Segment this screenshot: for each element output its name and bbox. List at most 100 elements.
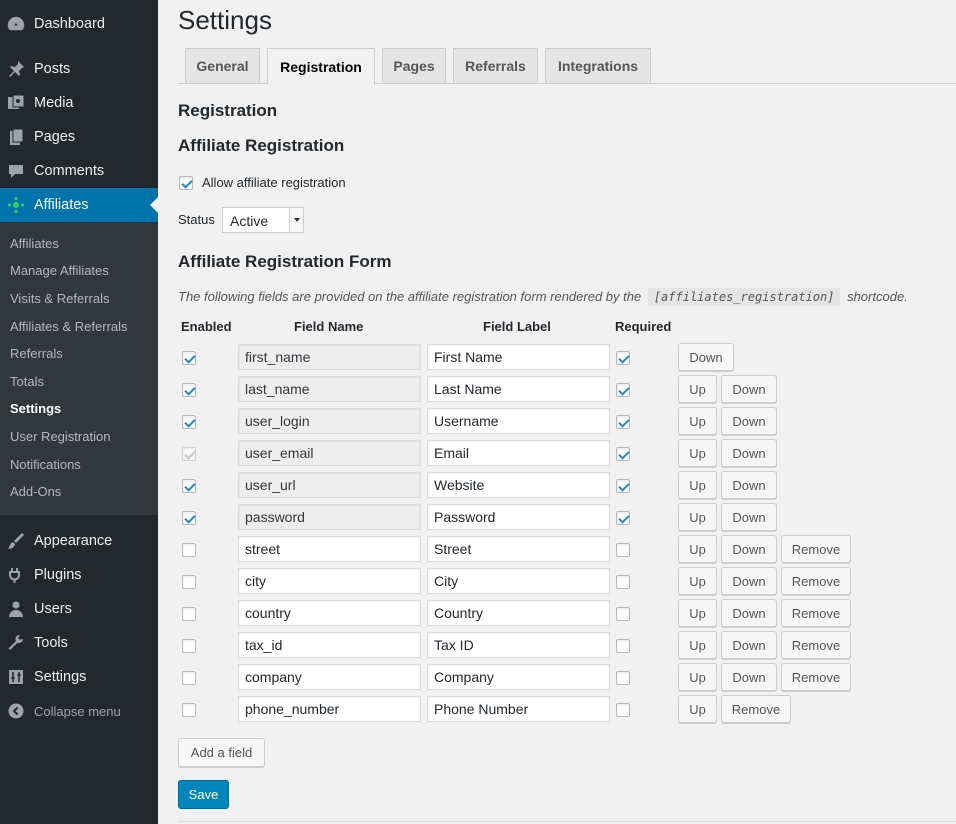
enabled-checkbox-user-login[interactable] <box>182 415 196 429</box>
required-checkbox-city[interactable] <box>616 575 630 589</box>
field-name-input-country[interactable]: country <box>238 600 421 626</box>
submenu-affiliates[interactable]: Affiliates <box>10 236 59 251</box>
field-name-input-user-url[interactable]: user_url <box>238 472 421 498</box>
submenu-settings[interactable]: Settings <box>10 401 61 416</box>
tab-registration[interactable]: Registration <box>267 48 375 85</box>
enabled-checkbox-country[interactable] <box>182 607 196 621</box>
tab-integrations[interactable]: Integrations <box>545 48 651 84</box>
enabled-checkbox-user-url[interactable] <box>182 479 196 493</box>
remove-button-tax-id[interactable]: Remove <box>781 631 851 659</box>
tab-pages[interactable]: Pages <box>382 48 446 84</box>
required-checkbox-street[interactable] <box>616 543 630 557</box>
up-button-company[interactable]: Up <box>678 663 717 691</box>
down-button-tax-id[interactable]: Down <box>721 631 777 659</box>
field-label-input-first-name[interactable]: First Name <box>427 344 610 370</box>
up-button-country[interactable]: Up <box>678 599 717 627</box>
up-button-user-email[interactable]: Up <box>678 439 717 467</box>
field-label-input-street[interactable]: Street <box>427 536 610 562</box>
down-button-user-login[interactable]: Down <box>721 407 777 435</box>
menu-pages[interactable]: Pages <box>0 120 158 154</box>
required-checkbox-last-name[interactable] <box>616 383 630 397</box>
field-name-input-first-name[interactable]: first_name <box>238 344 421 370</box>
up-button-user-url[interactable]: Up <box>678 471 717 499</box>
menu-tools[interactable]: Tools <box>0 626 158 660</box>
field-label-input-password[interactable]: Password <box>427 504 610 530</box>
enabled-checkbox-phone-number[interactable] <box>182 703 196 717</box>
field-label-input-user-url[interactable]: Website <box>427 472 610 498</box>
menu-settings[interactable]: Settings <box>0 660 158 694</box>
field-label-input-country[interactable]: Country <box>427 600 610 626</box>
required-checkbox-tax-id[interactable] <box>616 639 630 653</box>
required-checkbox-company[interactable] <box>616 671 630 685</box>
menu-appearance[interactable]: Appearance <box>0 524 158 558</box>
remove-button-city[interactable]: Remove <box>781 567 851 595</box>
down-button-last-name[interactable]: Down <box>721 375 777 403</box>
submenu-totals[interactable]: Totals <box>10 374 44 389</box>
menu-affiliates[interactable]: Affiliates <box>0 188 158 222</box>
required-checkbox-phone-number[interactable] <box>616 703 630 717</box>
enabled-checkbox-last-name[interactable] <box>182 383 196 397</box>
submenu-referrals[interactable]: Referrals <box>10 346 63 361</box>
required-checkbox-country[interactable] <box>616 607 630 621</box>
field-label-input-city[interactable]: City <box>427 568 610 594</box>
field-name-input-password[interactable]: password <box>238 504 421 530</box>
tab-general[interactable]: General <box>185 48 260 84</box>
menu-dashboard[interactable]: Dashboard <box>0 7 158 41</box>
field-label-input-last-name[interactable]: Last Name <box>427 376 610 402</box>
up-button-tax-id[interactable]: Up <box>678 631 717 659</box>
field-name-input-last-name[interactable]: last_name <box>238 376 421 402</box>
field-label-input-tax-id[interactable]: Tax ID <box>427 632 610 658</box>
submenu-notifications[interactable]: Notifications <box>10 457 81 472</box>
enabled-checkbox-company[interactable] <box>182 671 196 685</box>
down-button-city[interactable]: Down <box>721 567 777 595</box>
required-checkbox-first-name[interactable] <box>616 351 630 365</box>
down-button-street[interactable]: Down <box>721 535 777 563</box>
up-button-password[interactable]: Up <box>678 503 717 531</box>
field-name-input-company[interactable]: company <box>238 664 421 690</box>
down-button-first-name[interactable]: Down <box>678 343 734 371</box>
enabled-checkbox-tax-id[interactable] <box>182 639 196 653</box>
field-name-input-tax-id[interactable]: tax_id <box>238 632 421 658</box>
add-field-button[interactable]: Add a field <box>178 738 265 767</box>
up-button-user-login[interactable]: Up <box>678 407 717 435</box>
remove-button-phone-number[interactable]: Remove <box>721 695 791 723</box>
down-button-company[interactable]: Down <box>721 663 777 691</box>
submenu-user-registration[interactable]: User Registration <box>10 429 110 444</box>
down-button-user-email[interactable]: Down <box>721 439 777 467</box>
field-name-input-city[interactable]: city <box>238 568 421 594</box>
collapse-menu[interactable]: Collapse menu <box>0 694 158 728</box>
submenu-visits-referrals[interactable]: Visits & Referrals <box>10 291 109 306</box>
field-label-input-user-login[interactable]: Username <box>427 408 610 434</box>
required-checkbox-password[interactable] <box>616 511 630 525</box>
submenu-manage-affiliates[interactable]: Manage Affiliates <box>10 263 109 278</box>
remove-button-country[interactable]: Remove <box>781 599 851 627</box>
tab-referrals[interactable]: Referrals <box>453 48 538 84</box>
menu-posts[interactable]: Posts <box>0 52 158 86</box>
menu-comments[interactable]: Comments <box>0 154 158 188</box>
field-label-input-company[interactable]: Company <box>427 664 610 690</box>
menu-users[interactable]: Users <box>0 592 158 626</box>
allow-registration-checkbox[interactable] <box>179 176 193 190</box>
up-button-phone-number[interactable]: Up <box>678 695 717 723</box>
field-name-input-user-login[interactable]: user_login <box>238 408 421 434</box>
required-checkbox-user-email[interactable] <box>616 447 630 461</box>
menu-plugins[interactable]: Plugins <box>0 558 158 592</box>
enabled-checkbox-street[interactable] <box>182 543 196 557</box>
save-button[interactable]: Save <box>178 780 229 809</box>
up-button-city[interactable]: Up <box>678 567 717 595</box>
field-label-input-phone-number[interactable]: Phone Number <box>427 696 610 722</box>
remove-button-street[interactable]: Remove <box>781 535 851 563</box>
submenu-affiliates-referrals[interactable]: Affiliates & Referrals <box>10 319 128 334</box>
field-label-input-user-email[interactable]: Email <box>427 440 610 466</box>
down-button-country[interactable]: Down <box>721 599 777 627</box>
required-checkbox-user-url[interactable] <box>616 479 630 493</box>
enabled-checkbox-city[interactable] <box>182 575 196 589</box>
menu-media[interactable]: Media <box>0 86 158 120</box>
field-name-input-street[interactable]: street <box>238 536 421 562</box>
field-name-input-phone-number[interactable]: phone_number <box>238 696 421 722</box>
up-button-street[interactable]: Up <box>678 535 717 563</box>
submenu-add-ons[interactable]: Add-Ons <box>10 484 61 499</box>
down-button-password[interactable]: Down <box>721 503 777 531</box>
required-checkbox-user-login[interactable] <box>616 415 630 429</box>
up-button-last-name[interactable]: Up <box>678 375 717 403</box>
